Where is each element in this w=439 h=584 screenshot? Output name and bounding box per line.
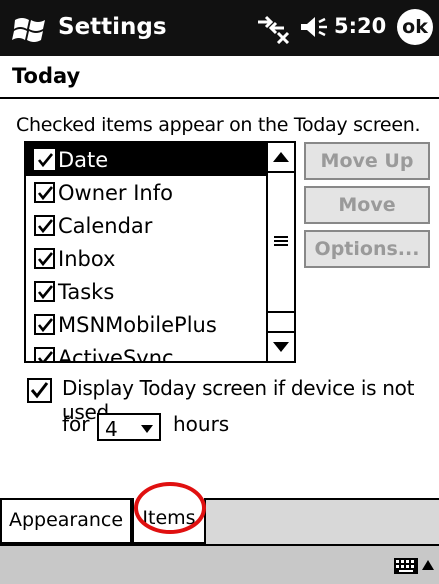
list-item[interactable]: Date (26, 143, 266, 176)
checkmark-icon (37, 318, 54, 333)
list-item[interactable]: Tasks (26, 275, 266, 308)
checkmark-icon (30, 382, 49, 399)
header-divider (0, 97, 439, 99)
checkmark-icon (37, 153, 54, 168)
checkmark-icon (37, 285, 54, 300)
page-title: Today (12, 64, 81, 88)
item-checkbox[interactable] (34, 314, 55, 335)
checkmark-icon (37, 252, 54, 267)
move-up-button[interactable]: Move Up (304, 142, 430, 180)
item-checkbox[interactable] (34, 281, 55, 302)
display-today-checkbox[interactable] (27, 378, 52, 403)
connectivity-icon[interactable] (254, 10, 290, 44)
hours-label: hours (173, 412, 230, 436)
tab-appearance[interactable]: Appearance (0, 498, 132, 544)
ok-button[interactable]: ok (397, 9, 433, 45)
options-button[interactable]: Options... (304, 230, 430, 268)
instructions-text: Checked items appear on the Today screen… (16, 114, 421, 136)
list-item[interactable]: ActiveSync (26, 341, 266, 363)
list-item[interactable]: Calendar (26, 209, 266, 242)
item-checkbox[interactable] (34, 215, 55, 236)
item-checkbox[interactable] (34, 248, 55, 269)
list-item-label: Calendar (58, 213, 153, 238)
list-item[interactable]: MSNMobilePlus (26, 308, 266, 341)
windows-flag-icon[interactable] (12, 10, 50, 46)
title-bar: Settings 5:20 ok (0, 0, 439, 56)
keyboard-icon[interactable] (394, 556, 418, 576)
list-item-label: Date (58, 147, 109, 172)
for-label: for (62, 412, 90, 436)
triangle-up-icon (273, 152, 289, 162)
scroll-thumb[interactable] (268, 173, 294, 313)
scroll-down-button[interactable] (268, 331, 294, 361)
list-item-label: Tasks (58, 279, 115, 304)
chevron-down-icon (141, 425, 153, 433)
triangle-down-icon (273, 342, 289, 352)
checkmark-icon (37, 351, 54, 361)
hours-dropdown[interactable]: 4 (97, 413, 161, 441)
tab-strip: Appearance Items (0, 498, 439, 544)
move-down-button[interactable]: Move Down (304, 186, 430, 250)
highlight-circle (134, 482, 206, 534)
item-checkbox[interactable] (34, 182, 55, 203)
item-checkbox[interactable] (34, 149, 55, 170)
list-item[interactable]: Inbox (26, 242, 266, 275)
list-item-label: ActiveSync (58, 345, 174, 363)
hours-value: 4 (105, 417, 118, 441)
grip-icon (274, 236, 288, 246)
list-item[interactable]: Owner Info (26, 176, 266, 209)
scroll-up-button[interactable] (268, 143, 294, 173)
checkmark-icon (37, 219, 54, 234)
clock[interactable]: 5:20 (334, 14, 386, 38)
menu-bar (0, 544, 439, 584)
list-item-label: Inbox (58, 246, 116, 271)
list-item-label: Owner Info (58, 180, 173, 205)
tab-strip-filler (206, 498, 439, 544)
list-items-container: Date Owner Info Calendar Inbox Tasks MSNMobil… (26, 143, 266, 363)
checkmark-icon (37, 186, 54, 201)
arrow-up-icon[interactable] (422, 560, 434, 570)
list-item-label: MSNMobilePlus (58, 312, 217, 337)
list-scrollbar[interactable] (266, 143, 294, 361)
today-items-list[interactable]: Date Owner Info Calendar Inbox Tasks MSNMobil… (24, 141, 296, 363)
speaker-icon[interactable] (298, 12, 330, 42)
app-title: Settings (58, 14, 167, 40)
item-checkbox[interactable] (34, 347, 55, 361)
